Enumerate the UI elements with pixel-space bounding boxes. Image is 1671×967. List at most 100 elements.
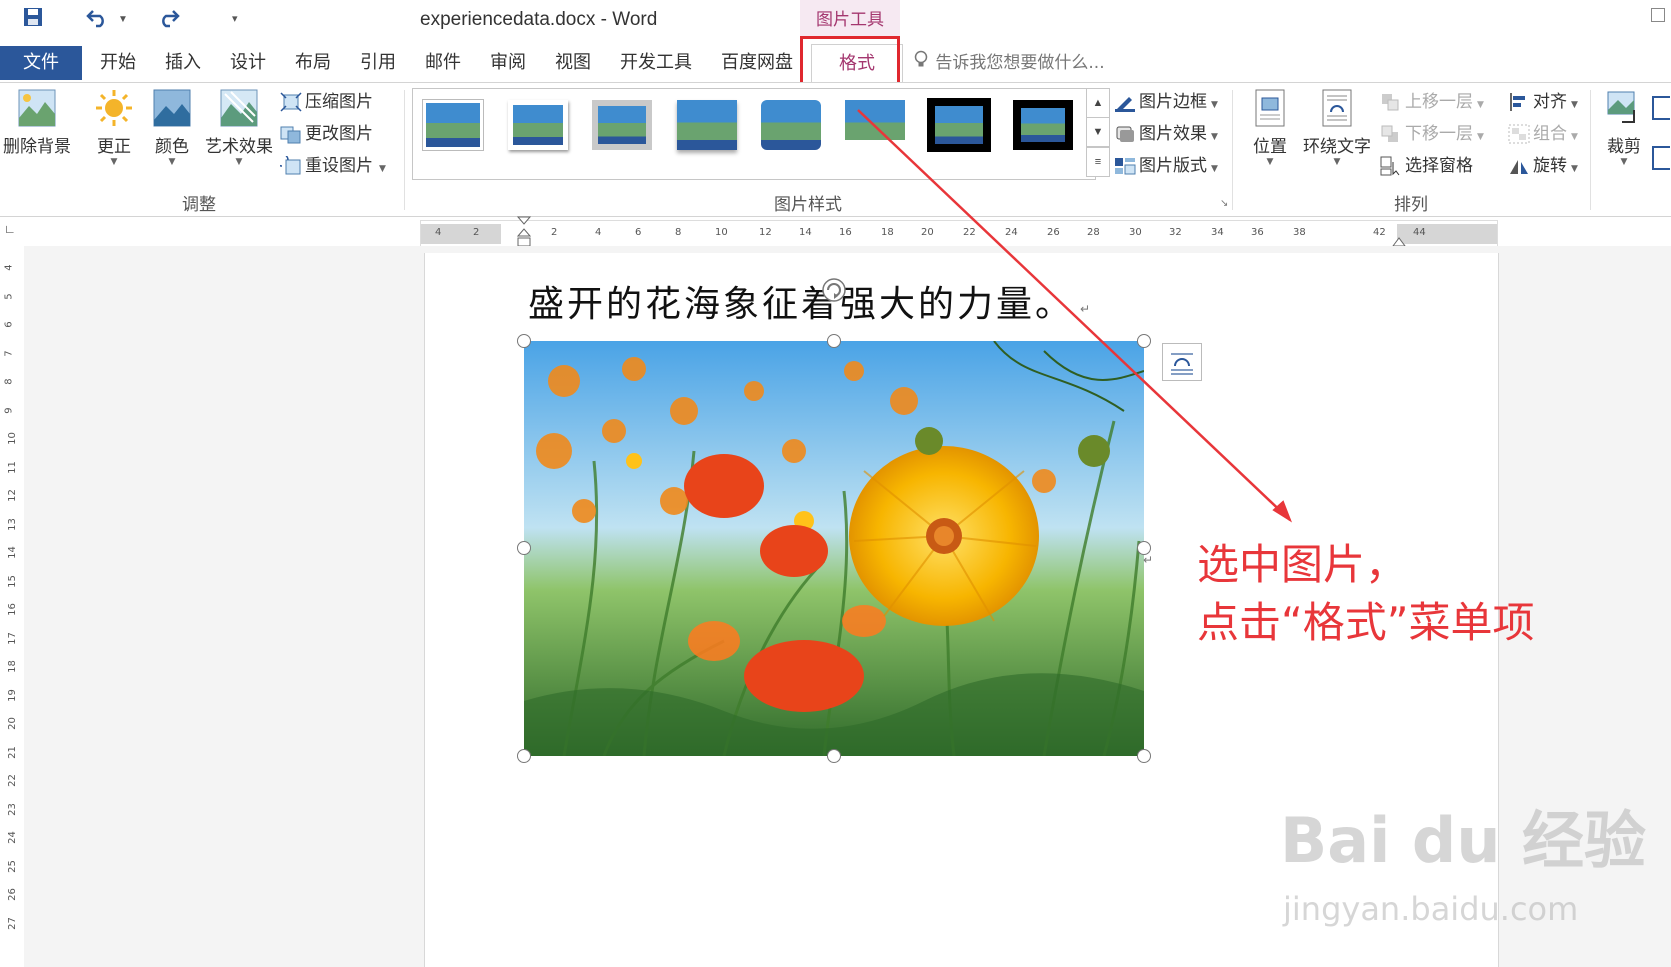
send-backward-button[interactable]: 下移一层 ▼ <box>1380 120 1484 148</box>
width-icon <box>1652 146 1670 170</box>
paragraph-mark-icon: ↵ <box>1080 302 1091 316</box>
rotate-label: 旋转 <box>1533 156 1567 176</box>
send-backward-icon <box>1380 124 1402 144</box>
picture-style-2[interactable] <box>508 100 568 150</box>
resize-handle-left[interactable] <box>517 541 531 555</box>
resize-handle-bottom-right[interactable] <box>1137 749 1151 763</box>
group-label: 组合 <box>1533 124 1567 144</box>
position-button[interactable]: 位置 ▼ <box>1244 88 1296 167</box>
tab-insert[interactable]: 插入 <box>165 46 201 80</box>
annotation-highlight-box <box>800 36 900 88</box>
align-icon <box>1508 92 1530 112</box>
redo-icon[interactable] <box>156 6 180 34</box>
align-button[interactable]: 对齐 ▼ <box>1508 88 1578 116</box>
picture-effects-dropdown-icon: ▼ <box>1211 132 1218 142</box>
picture-style-7[interactable] <box>927 98 991 152</box>
tab-baidu-netdisk[interactable]: 百度网盘 <box>721 46 793 80</box>
picture-layout-button[interactable]: 图片版式 ▼ <box>1114 152 1218 180</box>
customize-qat-icon[interactable]: ▾ <box>232 12 238 25</box>
ruler-tick-label: 11 <box>6 460 18 474</box>
ruler-tick-label: 17 <box>6 631 18 645</box>
ruler-tick-label: 25 <box>6 859 18 873</box>
align-dropdown-icon: ▼ <box>1571 100 1578 110</box>
corrections-dropdown-icon: ▼ <box>110 157 118 167</box>
resize-handle-bottom-left[interactable] <box>517 749 531 763</box>
ruler-tick-label: 8 <box>3 378 15 385</box>
ruler-tick-label: 6 <box>635 227 642 238</box>
ruler-tick-label: 24 <box>1005 227 1018 238</box>
bring-forward-label: 上移一层 <box>1405 92 1473 112</box>
position-dropdown-icon: ▼ <box>1266 157 1274 167</box>
change-picture-button[interactable]: 更改图片 <box>280 120 373 148</box>
gallery-scroll-up-icon[interactable]: ▲ <box>1086 88 1110 118</box>
dialog-launcher-icon[interactable]: ↘ <box>1220 198 1228 209</box>
tell-me-search[interactable]: 告诉我您想要做什么... <box>914 46 1105 80</box>
undo-icon[interactable] <box>86 6 110 34</box>
rotate-button[interactable]: 旋转 ▼ <box>1508 152 1578 180</box>
resize-handle-top-left[interactable] <box>517 334 531 348</box>
rotation-handle-icon[interactable] <box>820 276 848 309</box>
baidu-jingyan-watermark: Bai du 经验 <box>1280 804 1647 877</box>
crop-button[interactable]: 裁剪 ▼ <box>1600 88 1648 167</box>
reset-picture-dropdown-icon: ▼ <box>379 164 386 174</box>
document-paragraph[interactable]: 盛开的花海象征着强大的力量。 <box>528 275 1074 327</box>
ribbon-display-options-icon[interactable] <box>1651 8 1665 22</box>
crop-dropdown-icon: ▼ <box>1620 157 1628 167</box>
lightbulb-icon <box>914 46 930 80</box>
resize-handle-bottom[interactable] <box>827 749 841 763</box>
compress-pictures-button[interactable]: 压缩图片 <box>280 88 373 116</box>
remove-background-button[interactable]: 删除背景 <box>0 88 74 157</box>
adjust-group-label: 调整 <box>182 195 216 215</box>
watermark-url: jingyan.baidu.com <box>1283 890 1579 928</box>
artistic-effects-button[interactable]: 艺术效果 ▼ <box>202 88 276 167</box>
picture-layout-icon <box>1114 156 1136 176</box>
save-icon[interactable] <box>22 6 44 34</box>
tab-review[interactable]: 审阅 <box>490 46 526 80</box>
color-button[interactable]: 颜色 ▼ <box>146 88 198 167</box>
picture-style-4[interactable] <box>677 100 737 150</box>
annotation-line-2: 点击“格式”菜单项 <box>1197 598 1535 647</box>
wrap-text-button[interactable]: 环绕文字 ▼ <box>1300 88 1374 167</box>
picture-style-3[interactable] <box>592 100 652 150</box>
picture-style-8[interactable] <box>1013 100 1073 150</box>
selection-pane-button[interactable]: 选择窗格 <box>1380 152 1473 180</box>
tab-selector-icon[interactable]: ∟ <box>4 222 20 238</box>
tab-view[interactable]: 视图 <box>555 46 591 80</box>
gallery-scroll-down-icon[interactable]: ▼ <box>1086 117 1110 147</box>
gallery-more-icon[interactable]: ≡ <box>1086 147 1110 177</box>
tab-file[interactable]: 文件 <box>0 46 82 80</box>
group-dropdown-icon: ▼ <box>1571 132 1578 142</box>
tab-layout[interactable]: 布局 <box>295 46 331 80</box>
tab-home[interactable]: 开始 <box>100 46 136 80</box>
picture-effects-icon <box>1114 124 1136 144</box>
selected-picture[interactable] <box>524 341 1144 756</box>
ruler-tick-label: 44 <box>1413 227 1426 238</box>
reset-picture-button[interactable]: 重设图片 ▼ <box>275 152 386 180</box>
tab-developer[interactable]: 开发工具 <box>620 46 692 80</box>
bring-forward-button[interactable]: 上移一层 ▼ <box>1380 88 1484 116</box>
group-objects-button[interactable]: 组合 ▼ <box>1508 120 1578 148</box>
position-icon <box>1250 88 1290 128</box>
color-label: 颜色 <box>155 137 189 157</box>
tab-design[interactable]: 设计 <box>230 46 266 80</box>
ruler-tick-label: 38 <box>1293 227 1306 238</box>
ruler-tick-label: 14 <box>6 546 18 559</box>
ruler-tick-label: 4 <box>435 227 442 238</box>
bring-forward-icon <box>1380 92 1402 112</box>
picture-style-6[interactable] <box>845 100 905 150</box>
tab-references[interactable]: 引用 <box>360 46 396 80</box>
picture-effects-button[interactable]: 图片效果 ▼ <box>1114 120 1218 148</box>
picture-style-1[interactable] <box>423 100 483 150</box>
vertical-ruler[interactable]: 4 5 6 7 8 9 10 11 12 13 14 15 16 17 18 19 20 21 22 23 24 25 26… <box>0 246 25 967</box>
ruler-tick-label: 24 <box>6 831 18 844</box>
resize-handle-top-right[interactable] <box>1137 334 1151 348</box>
picture-style-5[interactable] <box>761 100 821 150</box>
layout-options-button[interactable] <box>1162 343 1202 381</box>
tab-mailings[interactable]: 邮件 <box>425 46 461 80</box>
ruler-tick-label: 34 <box>1211 227 1224 238</box>
resize-handle-top[interactable] <box>827 334 841 348</box>
corrections-button[interactable]: 更正 ▼ <box>88 88 140 167</box>
horizontal-ruler[interactable]: 4 2 2 4 6 8 10 12 14 16 18 20 22 24 26 28 30 32 34 36 38 42 44 <box>420 220 1498 248</box>
picture-border-button[interactable]: 图片边框 ▼ <box>1114 88 1218 116</box>
undo-dropdown-icon[interactable]: ▼ <box>118 14 128 25</box>
